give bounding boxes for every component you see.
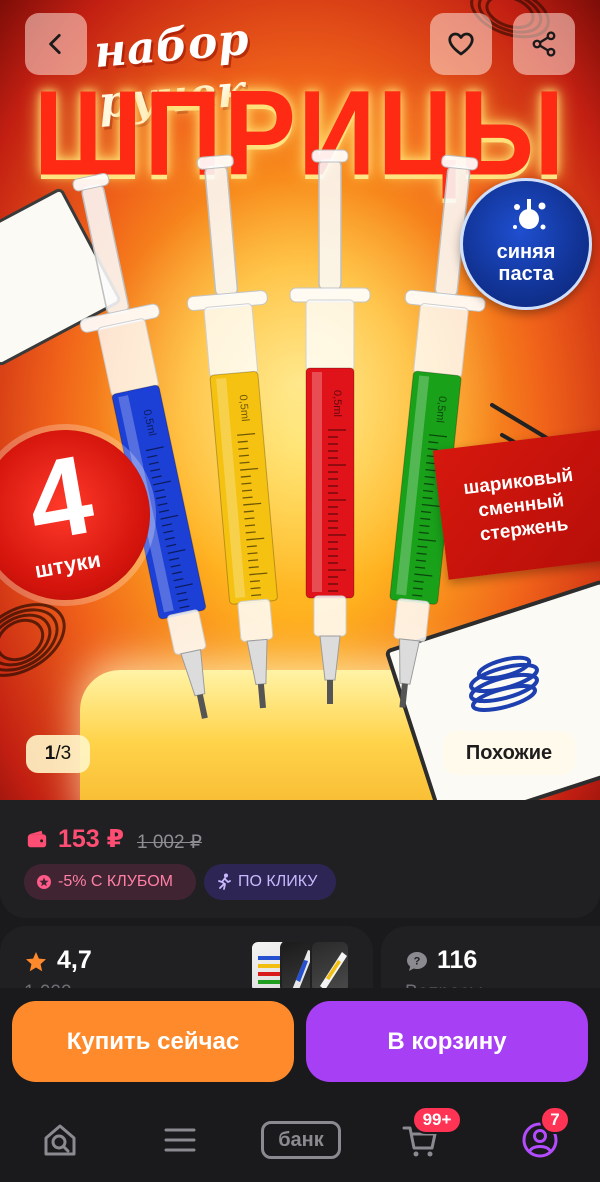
slide-counter: 1 / 3: [26, 735, 90, 773]
ink-splat-icon: [513, 199, 546, 230]
slide-total: 3: [60, 743, 72, 764]
menu-icon: [164, 1128, 196, 1152]
profile-notification-badge: 7: [540, 1106, 570, 1134]
club-discount-label: -5% С КЛУБОМ: [58, 873, 173, 890]
svg-text:?: ?: [414, 956, 421, 968]
nav-catalog[interactable]: [150, 1116, 210, 1164]
share-button[interactable]: [513, 13, 575, 75]
pen-scale-label: 0,5ml: [237, 394, 251, 422]
club-icon: [36, 874, 52, 890]
running-person-icon: [216, 873, 232, 891]
club-discount-chip[interactable]: -5% С КЛУБОМ: [24, 864, 196, 900]
slide-current: 1: [44, 743, 56, 764]
heart-icon: [448, 32, 474, 56]
blue-ink-text: синяя паста: [463, 241, 589, 285]
review-thumbnail[interactable]: [310, 940, 350, 994]
product-page: набор ручек ШПРИЦЫ 0,5ml 0,5ml 0,5ml 0,5ml …: [0, 0, 600, 1182]
price-card: 153 ₽ 1 002 ₽ -5% С КЛУБОМ ПО КЛИКУ: [0, 800, 600, 918]
favorite-button[interactable]: [430, 13, 492, 75]
home-search-icon: [44, 1124, 76, 1156]
chevron-left-icon: [49, 33, 61, 55]
bank-label: банк: [261, 1121, 341, 1159]
syringe-pens-illustration: 0,5ml0,5ml 0,5ml 0,5ml: [0, 0, 600, 719]
blue-ink-badge: синяя паста: [460, 178, 592, 310]
nav-bank[interactable]: банк: [258, 1116, 344, 1164]
cart-count-badge: 99+: [412, 1106, 462, 1134]
star-icon: [26, 952, 46, 972]
buy-now-button[interactable]: Купить сейчас: [12, 1001, 294, 1082]
nav-home[interactable]: [30, 1116, 90, 1164]
current-price: 153 ₽: [58, 825, 125, 853]
back-button[interactable]: [25, 13, 87, 75]
bottom-navigation: банк: [0, 1100, 600, 1182]
share-icon: [532, 31, 556, 57]
wallet-icon: [27, 830, 47, 848]
old-price: 1 002 ₽: [137, 832, 202, 853]
refill-badge: шариковый сменный стержень: [432, 426, 600, 580]
purchase-action-bar: Купить сейчас В корзину: [0, 988, 600, 1100]
questions-count: 116: [437, 946, 478, 974]
add-to-cart-button[interactable]: В корзину: [306, 1001, 588, 1082]
syringe-pen: 0,5ml: [289, 149, 371, 704]
similar-products-button[interactable]: Похожие: [443, 731, 575, 775]
one-click-chip[interactable]: ПО КЛИКУ: [204, 864, 336, 900]
blue-ink-line1: синяя: [496, 241, 556, 263]
pen-scale-label: 0,5ml: [331, 390, 343, 417]
rating-value: 4,7: [57, 946, 92, 974]
blue-ink-line2: паста: [498, 263, 554, 285]
product-image-gallery[interactable]: набор ручек ШПРИЦЫ 0,5ml 0,5ml 0,5ml 0,5ml …: [0, 0, 600, 800]
one-click-label: ПО КЛИКУ: [238, 873, 318, 890]
refill-text: шариковый сменный стержень: [442, 461, 600, 551]
question-bubble-icon: ?: [407, 952, 427, 971]
